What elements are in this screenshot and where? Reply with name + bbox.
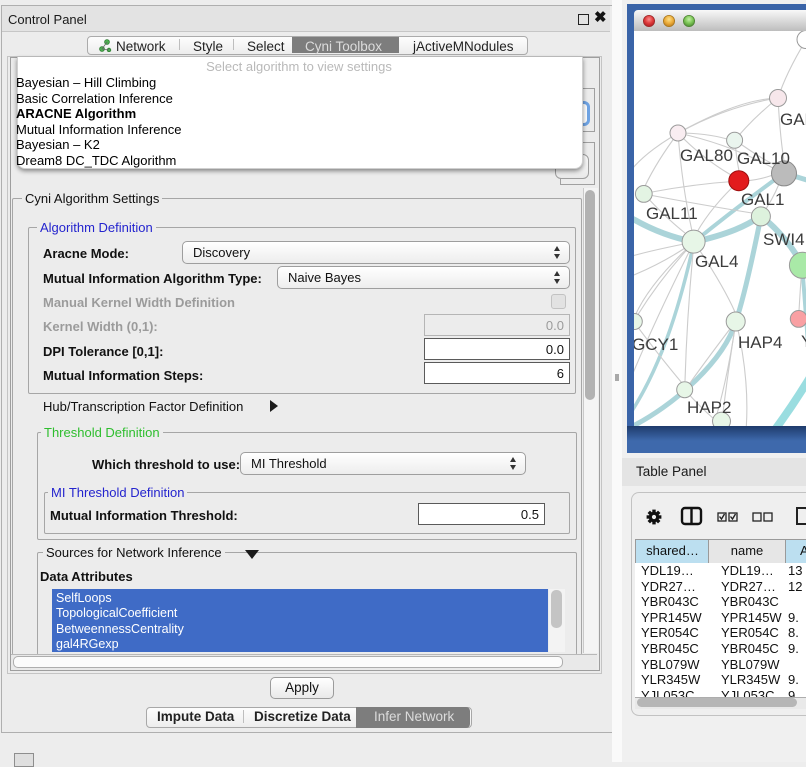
svg-text:GCY1: GCY1 bbox=[634, 335, 678, 354]
svg-text:Y: Y bbox=[801, 332, 806, 351]
svg-text:GAL80: GAL80 bbox=[680, 146, 733, 165]
svg-text:SWI4: SWI4 bbox=[763, 230, 805, 249]
svg-text:GAL4: GAL4 bbox=[695, 252, 738, 271]
svg-text:HAP2: HAP2 bbox=[687, 398, 731, 417]
svg-text:GAL: GAL bbox=[780, 110, 806, 129]
svg-text:HAP4: HAP4 bbox=[738, 333, 782, 352]
svg-text:GAL11: GAL11 bbox=[646, 204, 698, 223]
svg-text:GAL10: GAL10 bbox=[737, 149, 790, 168]
svg-text:GAL1: GAL1 bbox=[741, 190, 784, 209]
